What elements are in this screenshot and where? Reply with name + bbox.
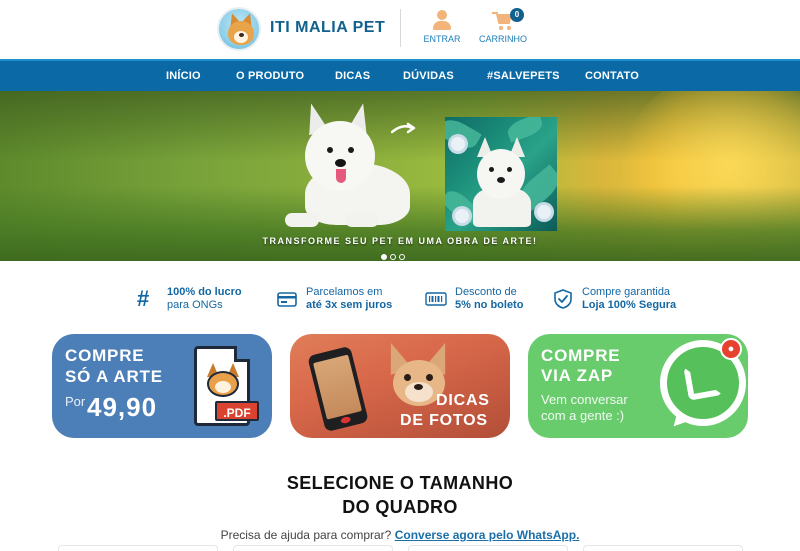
banner-zap-line1: COMPRE bbox=[541, 346, 621, 365]
dog-photo bbox=[380, 339, 456, 422]
nav-item-inicio[interactable]: INÍCIO bbox=[166, 70, 201, 82]
logo-icon[interactable] bbox=[217, 7, 261, 51]
feature-ongs-line1: 100% do lucro bbox=[167, 286, 242, 298]
nav-item-contato[interactable]: CONTATO bbox=[585, 70, 639, 82]
whatsapp-icon: ● bbox=[656, 336, 748, 436]
pet-art-portrait bbox=[445, 117, 557, 231]
pdf-tag: .PDF bbox=[215, 401, 259, 421]
feature-boleto-line1: Desconto de bbox=[455, 286, 517, 298]
feature-seguranca-line2: Loja 100% Segura bbox=[582, 299, 677, 311]
paw-icon: ● bbox=[720, 338, 742, 360]
feature-boleto-line2: 5% no boleto bbox=[455, 299, 524, 311]
hero-caption: TRANSFORME SEU PET EM UMA OBRA DE ARTE! bbox=[262, 236, 538, 246]
user-icon bbox=[431, 9, 453, 31]
hashtag-icon: # bbox=[137, 286, 150, 311]
feature-seguranca-line1: Compre garantida bbox=[582, 286, 671, 298]
banner-arte-price: 49,90 bbox=[87, 392, 158, 422]
cart-button[interactable]: CARRINHO bbox=[473, 9, 533, 44]
feature-parcelamento-line1: Parcelamos em bbox=[306, 286, 383, 298]
barcode-icon bbox=[425, 292, 447, 306]
help-text: Precisa de ajuda para comprar? Converse … bbox=[0, 528, 800, 542]
banner-compre-arte[interactable]: COMPRE SÓ A ARTE Por 49,90 .PDF bbox=[52, 334, 272, 438]
carousel-dot-2[interactable] bbox=[390, 254, 396, 260]
nav-item-duvidas[interactable]: DÚVIDAS bbox=[403, 70, 454, 82]
carousel-dot-1[interactable] bbox=[381, 254, 387, 260]
size-options-row bbox=[58, 545, 748, 551]
arrow-right-icon bbox=[391, 122, 416, 134]
header-divider bbox=[400, 9, 401, 47]
whatsapp-help-link[interactable]: Converse agora pelo WhatsApp. bbox=[395, 528, 580, 542]
carousel-dot-3[interactable] bbox=[399, 254, 405, 260]
banner-fotos-line1: DICAS bbox=[436, 392, 490, 409]
banner-arte-line1: COMPRE bbox=[65, 346, 145, 365]
banner-arte-prefix: Por bbox=[65, 394, 86, 409]
section-title-line2: DO QUADRO bbox=[342, 497, 458, 517]
login-label: ENTRAR bbox=[423, 34, 461, 44]
help-question: Precisa de ajuda para comprar? bbox=[220, 528, 392, 542]
carousel-dots bbox=[381, 247, 408, 260]
nav-item-dicas[interactable]: DICAS bbox=[335, 70, 370, 82]
phone-icon bbox=[307, 345, 369, 433]
brand-name[interactable]: ITI MALIA PET bbox=[270, 19, 385, 37]
size-option-card[interactable] bbox=[583, 545, 743, 551]
feature-parcelamento-line2: até 3x sem juros bbox=[306, 299, 393, 311]
size-option-card[interactable] bbox=[233, 545, 393, 551]
pdf-file-icon: .PDF bbox=[194, 346, 259, 426]
nav-item-o-produto[interactable]: O PRODUTO bbox=[236, 70, 304, 82]
nav-item-salvepets[interactable]: #SALVEPETS bbox=[487, 70, 560, 82]
banner-dicas-fotos[interactable]: DICAS DE FOTOS bbox=[290, 334, 510, 438]
banner-arte-line2: SÓ A ARTE bbox=[65, 367, 163, 386]
feature-ongs-line2: para ONGs bbox=[167, 299, 223, 311]
banner-zap-sub1: Vem conversar bbox=[541, 392, 628, 407]
main-nav: INÍCIO O PRODUTO DICAS DÚVIDAS #SALVEPET… bbox=[0, 59, 800, 91]
banner-zap-sub2: com a gente :) bbox=[541, 408, 625, 423]
size-option-card[interactable] bbox=[408, 545, 568, 551]
card-icon bbox=[277, 292, 297, 307]
shield-check-icon bbox=[554, 289, 572, 309]
cart-label: CARRINHO bbox=[478, 34, 527, 44]
section-title-line1: SELECIONE O TAMANHO bbox=[286, 473, 514, 493]
size-option-card[interactable] bbox=[58, 545, 218, 551]
banner-compre-zap[interactable]: COMPRE VIA ZAP Vem conversar com a gente… bbox=[528, 334, 748, 438]
login-button[interactable]: ENTRAR bbox=[412, 9, 472, 44]
banner-zap-line2: VIA ZAP bbox=[541, 366, 614, 385]
banner-fotos-line2: DE FOTOS bbox=[400, 412, 488, 429]
hero-carousel[interactable]: TRANSFORME SEU PET EM UMA OBRA DE ARTE! bbox=[0, 91, 800, 261]
site-header: ITI MALIA PET ENTRAR CARRINHO 0 bbox=[0, 0, 800, 59]
cart-count-badge: 0 bbox=[510, 8, 524, 22]
